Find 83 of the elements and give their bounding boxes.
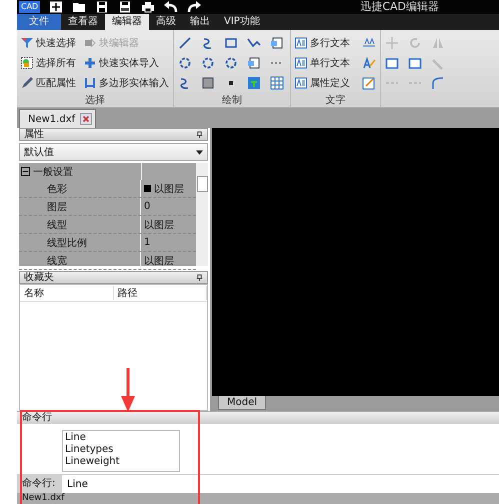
save-as-icon[interactable] — [118, 1, 132, 13]
pin-icon[interactable] — [196, 131, 203, 138]
suggestion-item[interactable]: Lineweight — [65, 456, 177, 468]
rectangle-icon[interactable] — [224, 36, 238, 50]
polygon-icon — [84, 77, 96, 89]
arrow-icon — [121, 368, 135, 412]
group-title: 绘制 — [221, 94, 243, 108]
ribbon-button[interactable]: 快速实体导入 — [84, 53, 169, 73]
document-tab[interactable]: New1.dxf — [19, 109, 96, 128]
image-icon[interactable] — [247, 76, 261, 90]
pen-icon — [21, 77, 33, 89]
circle-icon[interactable] — [201, 56, 215, 70]
column-header[interactable]: 路径 — [114, 286, 207, 300]
property-name: 线型比例 — [19, 234, 141, 251]
plus-icon — [84, 57, 96, 69]
property-value: 以图层 — [154, 182, 184, 196]
panel-title: 属性 — [24, 129, 44, 140]
property-value: 以图层 — [144, 218, 174, 232]
document-icon[interactable] — [247, 56, 261, 70]
redo-icon[interactable] — [187, 1, 202, 13]
text-style-icon — [295, 57, 307, 69]
save-icon[interactable] — [95, 1, 110, 13]
menu-tab[interactable]: VIP功能 — [217, 14, 267, 30]
column-header[interactable]: 名称 — [20, 286, 114, 300]
hatch-icon[interactable] — [201, 76, 215, 90]
ribbon-button[interactable]: 多行文本 — [295, 36, 350, 50]
color-swatch — [144, 185, 151, 192]
property-name: 线宽 — [19, 252, 141, 269]
ribbon-button[interactable]: 快速选择 — [21, 33, 76, 53]
menu-tab[interactable]: 输出 — [183, 14, 217, 30]
funnel-icon — [21, 37, 33, 49]
print-icon[interactable] — [141, 1, 156, 13]
box-icon[interactable] — [408, 56, 422, 70]
app-logo: CAD — [19, 1, 40, 13]
command-prompt: 命令行: — [17, 475, 62, 493]
property-value: 0 — [144, 201, 150, 212]
suggestion-item[interactable]: Linetypes — [65, 444, 177, 456]
text-style-icon — [295, 77, 307, 89]
circle-icon[interactable] — [178, 56, 192, 70]
menu-tab[interactable]: 高级 — [149, 14, 183, 30]
caret-icon — [196, 150, 203, 154]
property-name: 图层 — [19, 198, 141, 215]
new-icon[interactable] — [49, 1, 64, 13]
text-edit-icon[interactable] — [362, 56, 376, 70]
close-icon[interactable] — [80, 113, 92, 125]
line-tool-icon[interactable] — [178, 36, 192, 50]
document-icon[interactable] — [270, 36, 284, 50]
ribbon-button[interactable]: 单行文本 — [295, 56, 350, 70]
property-value: 以图层 — [144, 254, 174, 268]
polyline-icon[interactable] — [247, 36, 261, 50]
layout-tab[interactable]: Model — [218, 396, 266, 410]
group-label: 一般设置 — [33, 166, 73, 178]
menu-tab[interactable]: 查看器 — [61, 14, 105, 30]
collapse-icon[interactable] — [21, 167, 30, 176]
circle-icon[interactable] — [224, 56, 238, 70]
dropdown[interactable]: 默认值 — [19, 143, 208, 161]
scrollbar[interactable] — [196, 163, 208, 266]
select-all-icon — [21, 57, 33, 69]
command-input[interactable]: Line — [62, 475, 499, 493]
property-name: 线型 — [19, 216, 141, 233]
ribbon-button[interactable]: 多边形实体输入 — [84, 73, 169, 93]
ribbon-button[interactable]: 属性定义 — [295, 76, 350, 90]
fillet-icon[interactable] — [431, 76, 445, 90]
pin-icon[interactable] — [196, 274, 203, 281]
suggestion-item[interactable]: Line — [65, 432, 177, 444]
group-title: 选择 — [84, 94, 106, 108]
property-value: 1 — [144, 237, 150, 248]
group-title: 文字 — [324, 94, 346, 108]
undo-icon[interactable] — [164, 1, 178, 13]
ribbon-button[interactable]: 选择所有 — [21, 53, 76, 73]
note-edit-icon[interactable] — [362, 76, 376, 90]
panel-title: 收藏夹 — [24, 272, 54, 283]
box-icon[interactable] — [385, 56, 399, 70]
menu-tab[interactable]: 编辑器 — [105, 14, 149, 30]
menu-tab[interactable]: 文件 — [17, 14, 61, 30]
status-text: New1.dxf — [22, 493, 64, 503]
text-style-icon — [295, 37, 307, 49]
window-title: 迅捷CAD编辑器 — [360, 0, 439, 14]
table-icon[interactable] — [270, 76, 284, 90]
ribbon-button[interactable]: 匹配属性 — [21, 73, 76, 93]
block-icon — [84, 37, 96, 49]
panel-title: 命令行 — [22, 412, 52, 423]
property-name: 色彩 — [19, 180, 141, 197]
